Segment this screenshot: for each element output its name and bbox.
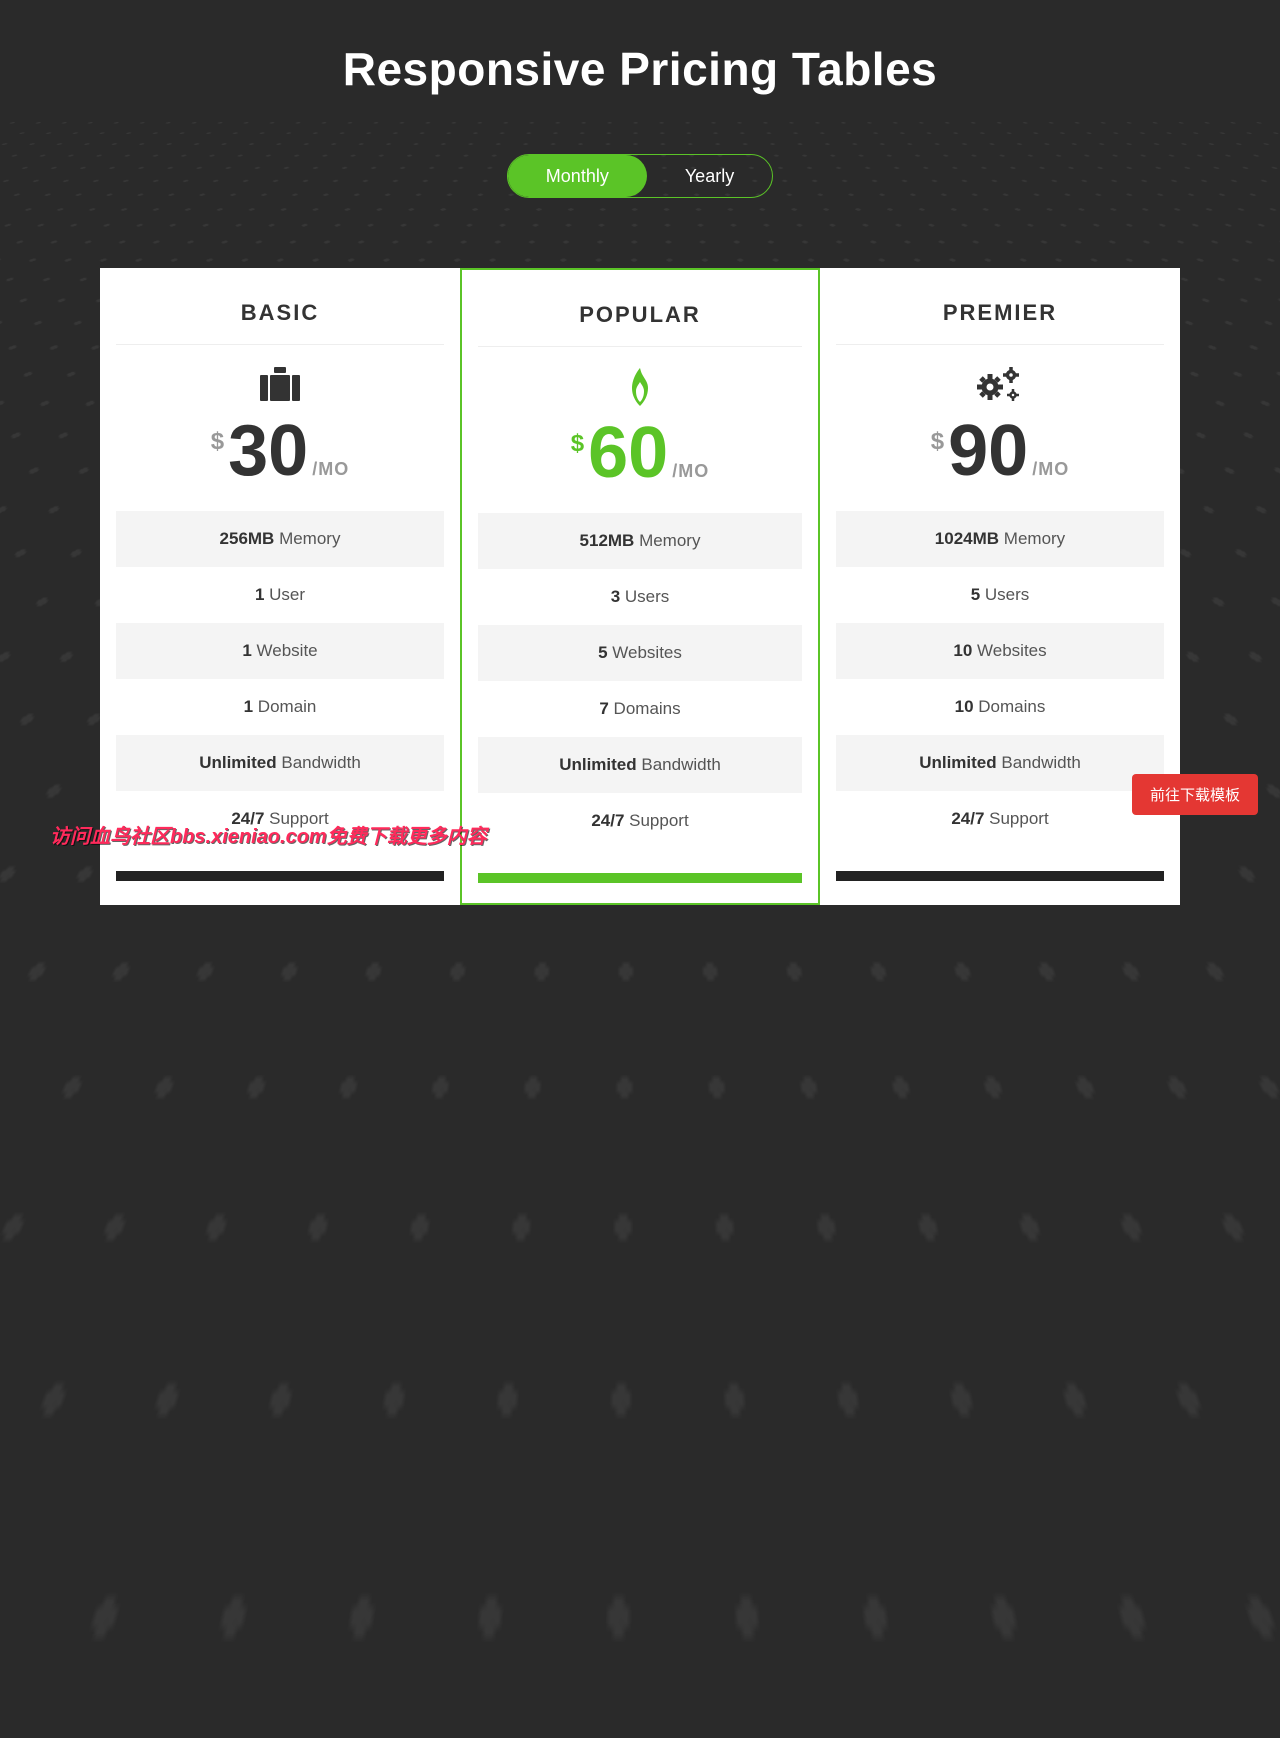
toggle-monthly-button[interactable]: Monthly	[508, 155, 647, 197]
pricing-card-premier: PREMIER	[820, 268, 1180, 905]
download-template-button[interactable]: 前往下载模板	[1132, 774, 1258, 815]
briefcase-icon	[100, 363, 460, 407]
price-row: $ 30 /MO	[100, 415, 460, 487]
feature-item: 1 User	[116, 567, 444, 623]
price-period: /MO	[312, 459, 349, 480]
feature-list: 1024MB Memory 5 Users 10 Websites 10 Dom…	[836, 511, 1164, 847]
currency-symbol: $	[571, 430, 584, 458]
feature-item: 1024MB Memory	[836, 511, 1164, 567]
pricing-card-popular: POPULAR $ 60 /MO 512MB Memory 3 Users 5 …	[460, 268, 820, 905]
feature-item: 10 Domains	[836, 679, 1164, 735]
feature-item: 512MB Memory	[478, 513, 802, 569]
price-amount: 60	[588, 417, 668, 489]
select-plan-button[interactable]	[478, 873, 802, 883]
billing-toggle-wrap: Monthly Yearly	[0, 154, 1280, 198]
feature-item: 7 Domains	[478, 681, 802, 737]
feature-item: 1 Website	[116, 623, 444, 679]
page-content: Responsive Pricing Tables Monthly Yearly…	[0, 0, 1280, 905]
feature-item: Unlimited Bandwidth	[478, 737, 802, 793]
feature-item: 24/7 Support	[836, 791, 1164, 847]
price-period: /MO	[672, 461, 709, 482]
gears-icon	[820, 363, 1180, 407]
feature-item: 10 Websites	[836, 623, 1164, 679]
pricing-cards: BASIC $ 30 /MO 256MB Memory 1 User 1 Web…	[0, 268, 1280, 905]
page-title: Responsive Pricing Tables	[0, 0, 1280, 96]
watermark-text: 访问血鸟社区bbs.xieniao.com免费下载更多内容	[50, 820, 487, 849]
feature-item: 256MB Memory	[116, 511, 444, 567]
feature-list: 256MB Memory 1 User 1 Website 1 Domain U…	[116, 511, 444, 847]
feature-item: 24/7 Support	[478, 793, 802, 849]
feature-item: 3 Users	[478, 569, 802, 625]
flame-icon	[462, 365, 818, 409]
feature-item: 5 Users	[836, 567, 1164, 623]
feature-item: 5 Websites	[478, 625, 802, 681]
select-plan-button[interactable]	[836, 871, 1164, 881]
currency-symbol: $	[931, 428, 944, 456]
price-amount: 30	[228, 415, 308, 487]
feature-item: Unlimited Bandwidth	[116, 735, 444, 791]
price-period: /MO	[1032, 459, 1069, 480]
currency-symbol: $	[211, 428, 224, 456]
price-amount: 90	[948, 415, 1028, 487]
price-row: $ 60 /MO	[462, 417, 818, 489]
select-plan-button[interactable]	[116, 871, 444, 881]
feature-item: 1 Domain	[116, 679, 444, 735]
toggle-yearly-button[interactable]: Yearly	[647, 155, 772, 197]
feature-item: Unlimited Bandwidth	[836, 735, 1164, 791]
plan-name: PREMIER	[836, 268, 1164, 345]
price-row: $ 90 /MO	[820, 415, 1180, 487]
plan-name: POPULAR	[478, 270, 802, 347]
billing-toggle: Monthly Yearly	[507, 154, 773, 198]
plan-name: BASIC	[116, 268, 444, 345]
pricing-card-basic: BASIC $ 30 /MO 256MB Memory 1 User 1 Web…	[100, 268, 460, 905]
feature-list: 512MB Memory 3 Users 5 Websites 7 Domain…	[478, 513, 802, 849]
